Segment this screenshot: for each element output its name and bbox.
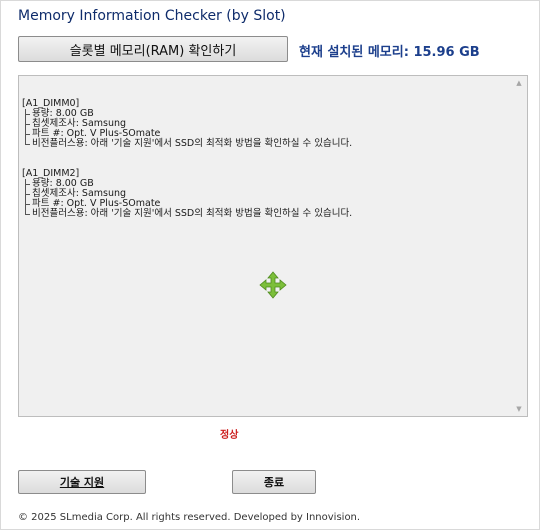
vertical-scrollbar[interactable]: ▲ ▼ — [511, 76, 527, 416]
slot-block: [A1_DIMM2] 용량: 8.00 GB 칩셋제조사: Samsung 파트… — [22, 169, 509, 219]
tree-branch-icon — [22, 199, 32, 209]
slot-note: 비전플러스용: 아래 '기술 지원'에서 SSD의 최적화 방법을 확인하실 수… — [32, 208, 353, 219]
memory-info-text: [A1_DIMM0] 용량: 8.00 GB 칩셋제조사: Samsung 파트… — [22, 99, 509, 239]
exit-button[interactable]: 종료 — [232, 470, 316, 494]
tree-branch-icon — [22, 189, 32, 199]
tech-support-button[interactable]: 기술 지원 — [18, 470, 146, 494]
memory-info-panel[interactable]: [A1_DIMM0] 용량: 8.00 GB 칩셋제조사: Samsung 파트… — [18, 75, 528, 417]
slot-detail-row: 비전플러스용: 아래 '기술 지원'에서 SSD의 최적화 방법을 확인하실 수… — [22, 209, 509, 219]
tree-branch-end-icon — [22, 209, 32, 219]
move-cursor-icon — [259, 271, 287, 299]
slot-note: 비전플러스용: 아래 '기술 지원'에서 SSD의 최적화 방법을 확인하실 수… — [32, 138, 353, 149]
slot-header: [A1_DIMM0] — [22, 98, 80, 109]
footer-copyright: © 2025 SLmedia Corp. All rights reserved… — [18, 512, 361, 523]
tree-branch-icon — [22, 179, 32, 189]
tree-branch-icon — [22, 129, 32, 139]
slot-header: [A1_DIMM2] — [22, 168, 80, 179]
tree-branch-end-icon — [22, 139, 32, 149]
installed-memory-label: 현재 설치된 메모리: 15.96 GB — [299, 45, 480, 60]
scroll-down-arrow-icon[interactable]: ▼ — [511, 402, 527, 416]
slot-detail-row: 비전플러스용: 아래 '기술 지원'에서 SSD의 최적화 방법을 확인하실 수… — [22, 139, 509, 149]
scroll-up-arrow-icon[interactable]: ▲ — [511, 76, 527, 90]
status-text: 정상 — [220, 430, 239, 441]
app-title: Memory Information Checker (by Slot) — [18, 8, 286, 24]
app-window: Memory Information Checker (by Slot) 슬롯별… — [0, 0, 540, 530]
check-memory-button[interactable]: 슬롯별 메모리(RAM) 확인하기 — [18, 36, 288, 62]
tree-branch-icon — [22, 109, 32, 119]
tree-branch-icon — [22, 119, 32, 129]
slot-block: [A1_DIMM0] 용량: 8.00 GB 칩셋제조사: Samsung 파트… — [22, 99, 509, 149]
